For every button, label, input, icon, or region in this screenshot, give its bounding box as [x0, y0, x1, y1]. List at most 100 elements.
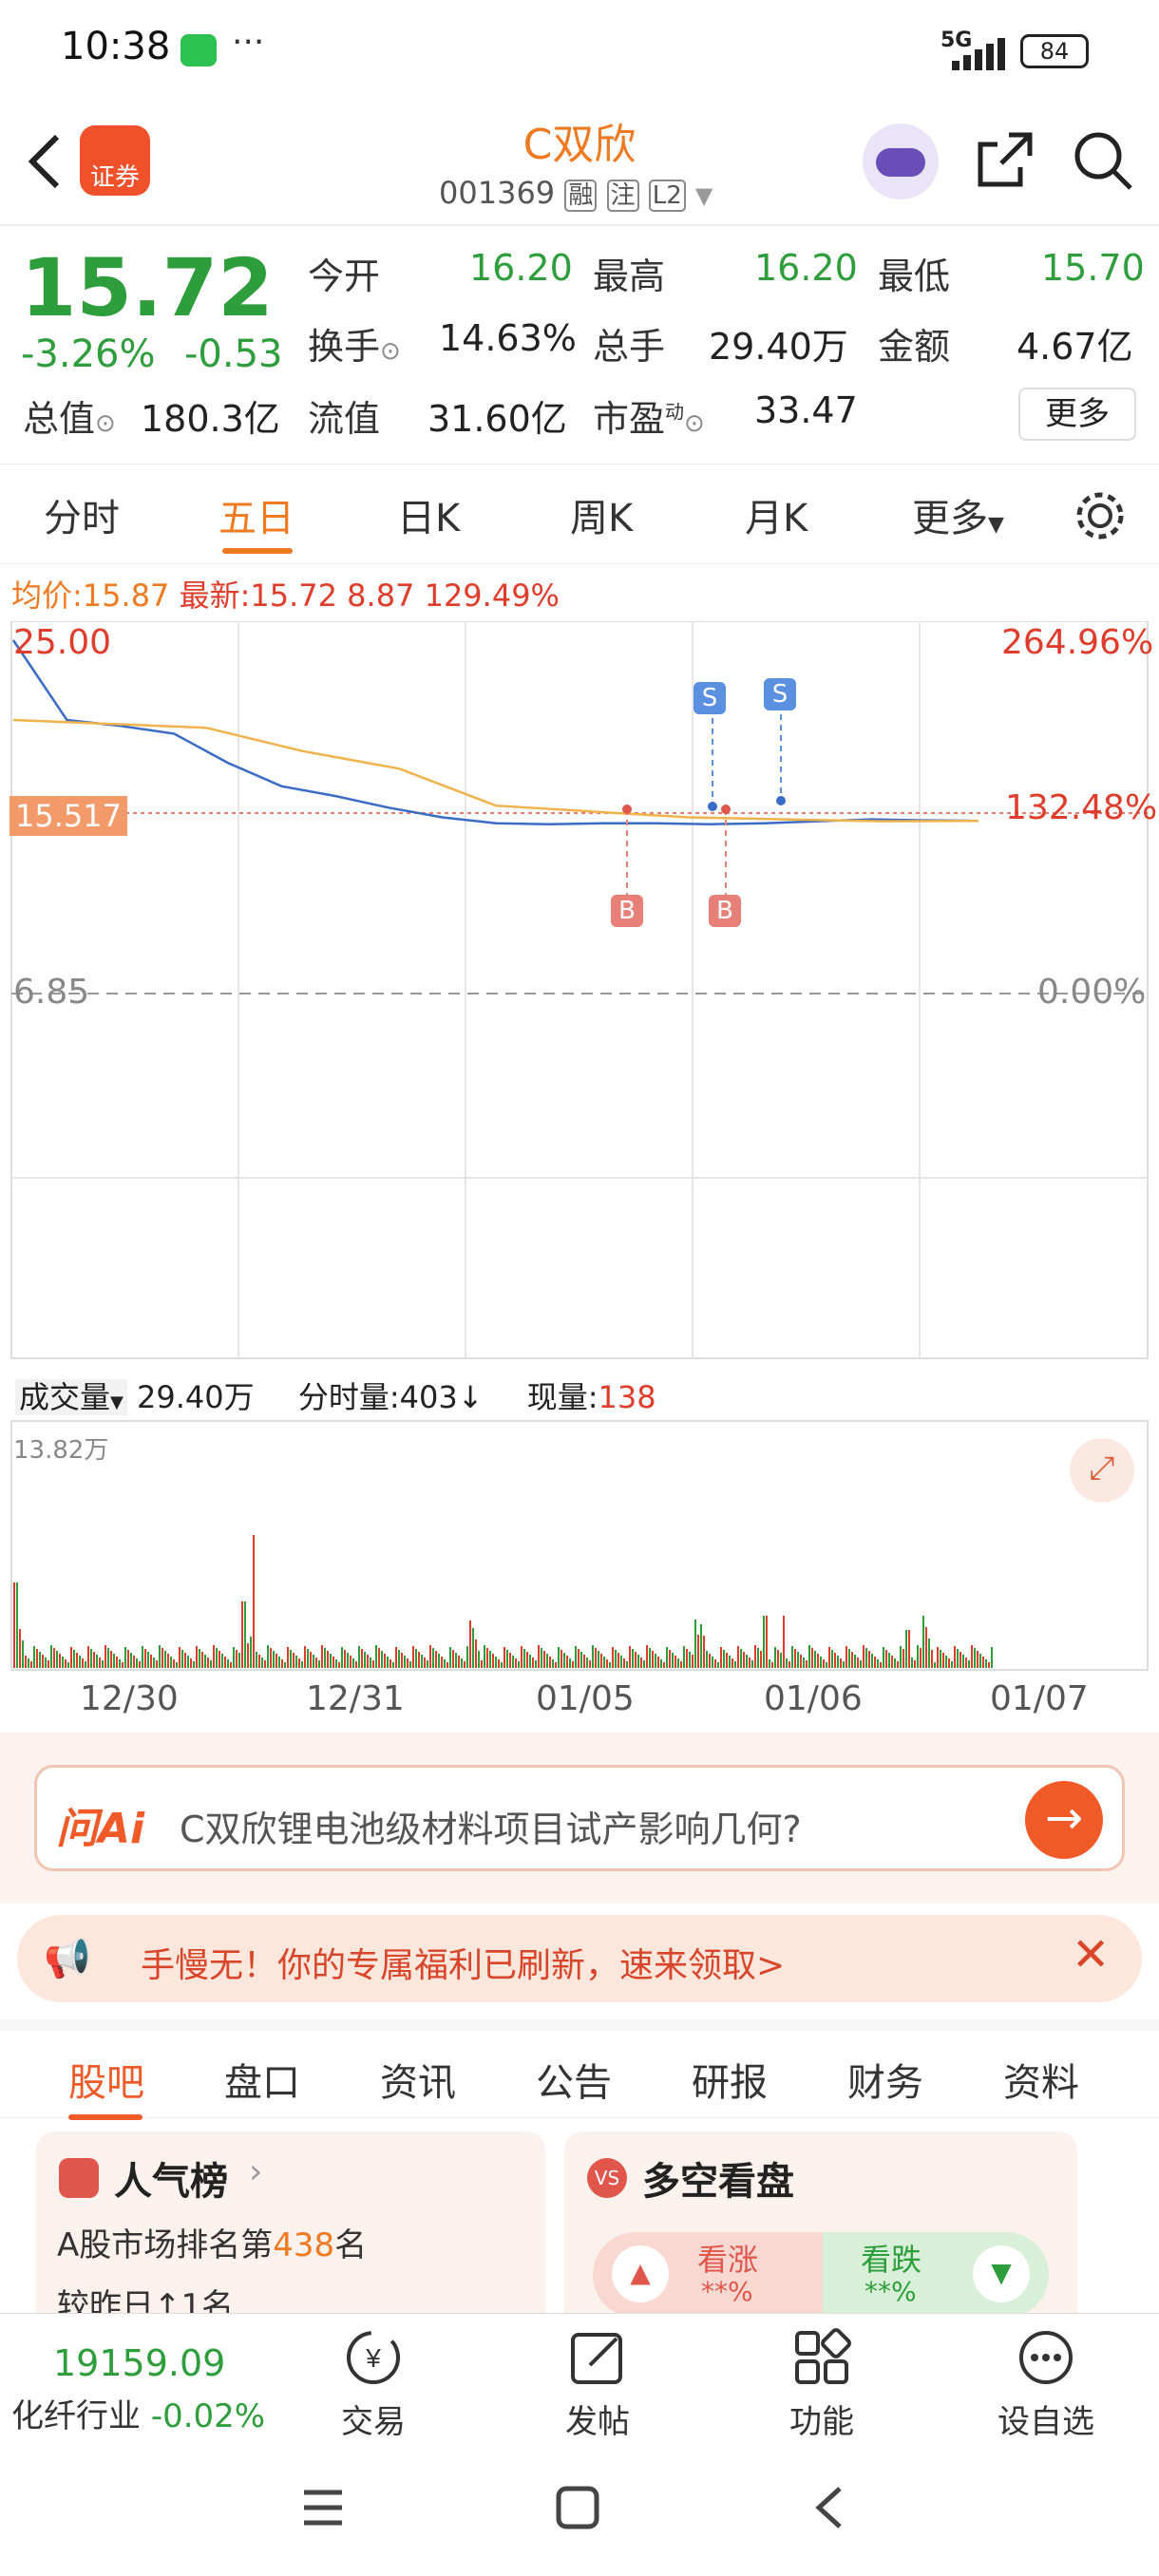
app-logo[interactable]: 证券: [80, 125, 150, 196]
back-icon[interactable]: [25, 131, 63, 192]
volume-value: 29.40万: [709, 326, 848, 368]
volume-bar: [726, 1653, 728, 1668]
volume-bar: [979, 1654, 981, 1668]
svg-text:¥: ¥: [365, 2343, 381, 2373]
tab-monthly-k[interactable]: 月K: [745, 487, 808, 542]
tab-more[interactable]: 更多▼: [912, 487, 1004, 542]
more-dots-icon: ···: [232, 23, 265, 62]
volume-bar: [210, 1660, 212, 1668]
volume-bar: [734, 1661, 736, 1668]
volume-bar: [33, 1646, 35, 1668]
arrow-right-icon[interactable]: →: [1025, 1781, 1103, 1859]
chart-tabs: 分时 五日 日K 周K 月K 更多▼: [0, 464, 1159, 564]
close-icon[interactable]: ✕: [1072, 1928, 1110, 1981]
promo-banner[interactable]: 📢 手慢无！你的专属福利已刷新，速来领取> ✕: [17, 1915, 1142, 2002]
high-value: 16.20: [754, 247, 858, 289]
volume-bar: [201, 1652, 203, 1668]
volume-bar: [905, 1630, 907, 1668]
volume-bar: [318, 1660, 320, 1668]
post-button[interactable]: 发帖: [536, 2327, 659, 2442]
volume-bar: [122, 1662, 124, 1668]
volume-bar: [409, 1661, 411, 1668]
sell-marker[interactable]: S: [764, 678, 796, 710]
volume-bar: [224, 1657, 226, 1668]
tab-news[interactable]: 资讯: [380, 2052, 456, 2107]
tab-announcements[interactable]: 公告: [536, 2052, 612, 2107]
volume-bar: [686, 1649, 688, 1668]
nav-back-icon[interactable]: [809, 2485, 847, 2530]
sector-index-value[interactable]: 19159.09: [53, 2342, 225, 2384]
volume-bar: [871, 1654, 873, 1668]
volume-bar: [415, 1649, 417, 1668]
trade-button[interactable]: ¥ 交易: [312, 2327, 435, 2442]
volume-bar: [669, 1650, 671, 1668]
sentiment-card[interactable]: VS 多空看盘 ▲ 看涨 **% 看跌 **% ▼: [564, 2131, 1077, 2313]
volume-bar: [247, 1643, 249, 1668]
volume-bar: [769, 1659, 770, 1668]
expand-icon[interactable]: ⤢: [1070, 1438, 1134, 1503]
volume-bar: [355, 1661, 357, 1668]
add-watchlist-button[interactable]: 设自选: [984, 2327, 1108, 2442]
search-icon[interactable]: [1072, 129, 1134, 192]
tab-intraday[interactable]: 分时: [44, 487, 120, 542]
volume-bar: [598, 1651, 599, 1668]
volume-bar: [207, 1657, 209, 1668]
functions-button[interactable]: 功能: [760, 2327, 884, 2442]
volume-bar: [518, 1661, 520, 1668]
settings-gear-icon[interactable]: [1074, 489, 1127, 542]
chart-info-line: 均价:15.87 最新:15.72 8.87 129.49%: [11, 572, 560, 616]
share-icon[interactable]: [973, 129, 1036, 192]
volume-bar: [446, 1662, 448, 1668]
volume-bar: [181, 1650, 183, 1668]
bear-button[interactable]: 看跌 **% ▼: [823, 2232, 1049, 2313]
volume-bar: [85, 1661, 86, 1668]
volume-bar: [59, 1654, 61, 1668]
sell-marker[interactable]: S: [694, 682, 726, 714]
volume-bar: [911, 1657, 913, 1668]
tab-five-day[interactable]: 五日: [218, 487, 294, 542]
home-icon[interactable]: [555, 2485, 600, 2530]
volume-bar: [928, 1638, 930, 1668]
volume-selector[interactable]: 成交量▼: [15, 1379, 127, 1415]
menu-icon[interactable]: [300, 2487, 346, 2529]
volume-bar: [694, 1619, 696, 1668]
volume-bar: [620, 1656, 622, 1668]
tab-finance[interactable]: 财务: [847, 2052, 923, 2107]
volume-bar: [253, 1535, 255, 1668]
tab-forum[interactable]: 股吧: [68, 2052, 144, 2107]
volume-bar: [335, 1659, 337, 1668]
buy-marker[interactable]: B: [611, 895, 643, 927]
tab-weekly-k[interactable]: 周K: [570, 487, 633, 542]
volume-bar: [321, 1645, 323, 1668]
volume-bar: [863, 1645, 864, 1668]
volume-bar: [677, 1658, 679, 1668]
info-icon: ⊙: [684, 409, 705, 438]
volume-bar: [332, 1657, 334, 1668]
low-value: 15.70: [1041, 247, 1145, 289]
volume-bar: [948, 1658, 950, 1668]
tab-research[interactable]: 研报: [692, 2052, 768, 2107]
volume-bar: [472, 1628, 474, 1668]
volume-bar: [96, 1655, 98, 1668]
volume-bar: [501, 1662, 503, 1668]
tab-daily-k[interactable]: 日K: [397, 487, 460, 542]
bull-button[interactable]: ▲ 看涨 **%: [593, 2232, 823, 2313]
sector-index-line[interactable]: 化纤行业 -0.02%: [11, 2390, 265, 2436]
volume-bar: [429, 1645, 431, 1668]
volume-bar: [589, 1660, 591, 1668]
popularity-card[interactable]: 人气榜 › A股市场排名第438名 较昨日↑1名: [36, 2131, 545, 2313]
tab-orderbook[interactable]: 盘口: [224, 2052, 300, 2107]
volume-bar: [583, 1655, 585, 1668]
tab-profile[interactable]: 资料: [1003, 2052, 1079, 2107]
dropdown-caret-icon[interactable]: ▼: [695, 182, 712, 209]
volume-bar: [461, 1658, 463, 1668]
volume-bar: [298, 1658, 300, 1668]
volume-bar: [740, 1649, 742, 1668]
assistant-avatar[interactable]: [863, 123, 939, 199]
more-button[interactable]: 更多: [1018, 388, 1136, 441]
buy-marker[interactable]: B: [709, 895, 741, 927]
volume-bar: [315, 1657, 317, 1668]
volume-bar: [176, 1662, 178, 1668]
volume-bar: [700, 1624, 702, 1668]
ai-question-box[interactable]: 问Ai C双欣锂电池级材料项目试产影响几何? →: [34, 1765, 1125, 1871]
